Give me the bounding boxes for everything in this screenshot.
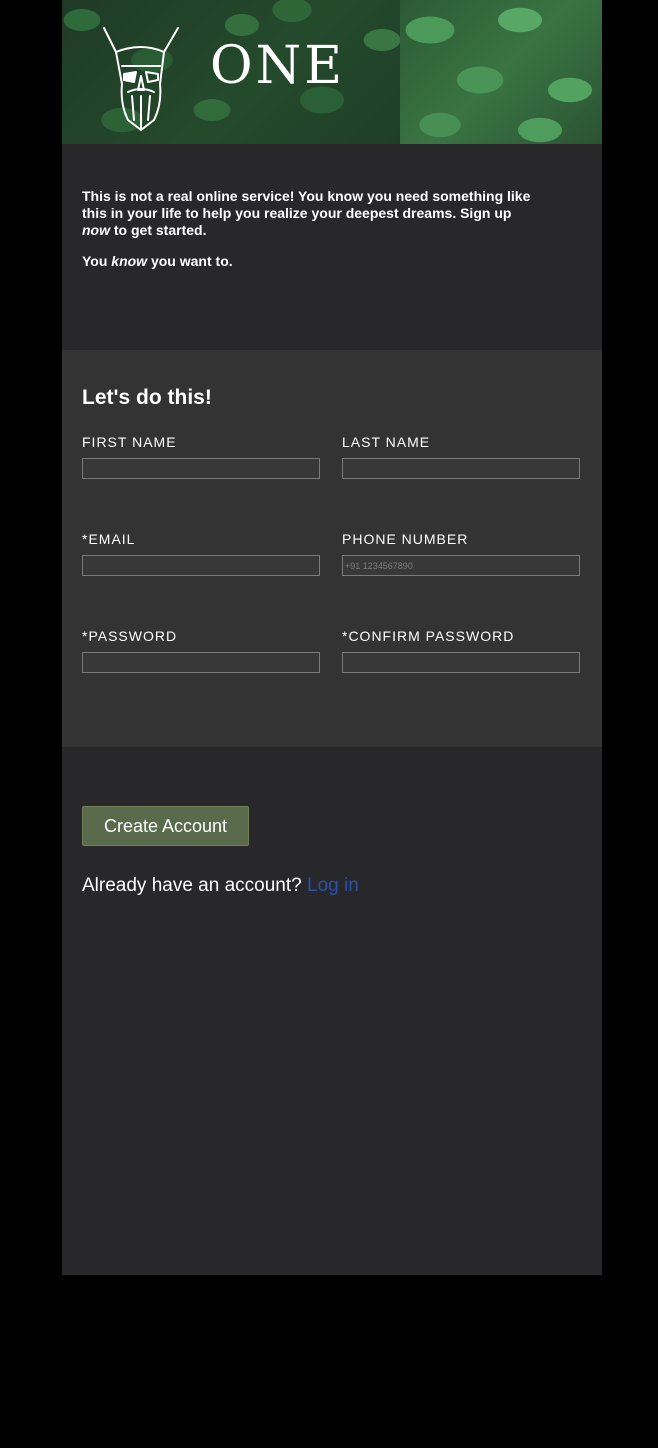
first-name-label: FIRST NAME — [82, 434, 177, 450]
email-label: *EMAIL — [82, 531, 136, 547]
phone-number-field[interactable] — [342, 555, 580, 576]
intro-paragraph-2: You know you want to. — [82, 253, 532, 270]
intro-paragraph-1: This is not a real online service! You k… — [82, 188, 532, 239]
signup-form: Let's do this! FIRST NAME LAST NAME *EMA… — [62, 350, 602, 747]
last-name-field[interactable] — [342, 458, 580, 479]
password-label: *PASSWORD — [82, 628, 178, 644]
actions-section: Create Account Already have an account? … — [62, 747, 602, 1275]
create-account-button[interactable]: Create Account — [82, 806, 249, 846]
login-link[interactable]: Log in — [307, 875, 359, 896]
intro-text-end: to get started. — [110, 222, 207, 238]
login-prompt-line: Already have an account? Log in — [82, 875, 359, 897]
intro-text-2-end: you want to. — [147, 253, 233, 269]
login-prompt-text: Already have an account? — [82, 875, 302, 896]
intro-emphasis: now — [82, 222, 110, 238]
signup-panel: ONE This is not a real online service! Y… — [62, 0, 602, 1275]
header-image-right — [400, 0, 602, 144]
confirm-password-label: *CONFIRM PASSWORD — [342, 628, 515, 644]
intro-emphasis-2: know — [111, 253, 148, 269]
email-field[interactable] — [82, 555, 320, 576]
intro-section: This is not a real online service! You k… — [62, 144, 602, 350]
last-name-label: LAST NAME — [342, 434, 431, 450]
confirm-password-field[interactable] — [342, 652, 580, 673]
first-name-field[interactable] — [82, 458, 320, 479]
header-banner: ONE — [62, 0, 602, 144]
brand-title: ONE — [210, 36, 346, 96]
form-title: Let's do this! — [82, 386, 212, 409]
intro-text: This is not a real online service! You k… — [82, 188, 531, 221]
intro-text-2: You — [82, 253, 112, 269]
password-field[interactable] — [82, 652, 320, 673]
phone-number-label: PHONE NUMBER — [342, 531, 469, 547]
viking-helmet-logo-icon — [103, 27, 179, 131]
